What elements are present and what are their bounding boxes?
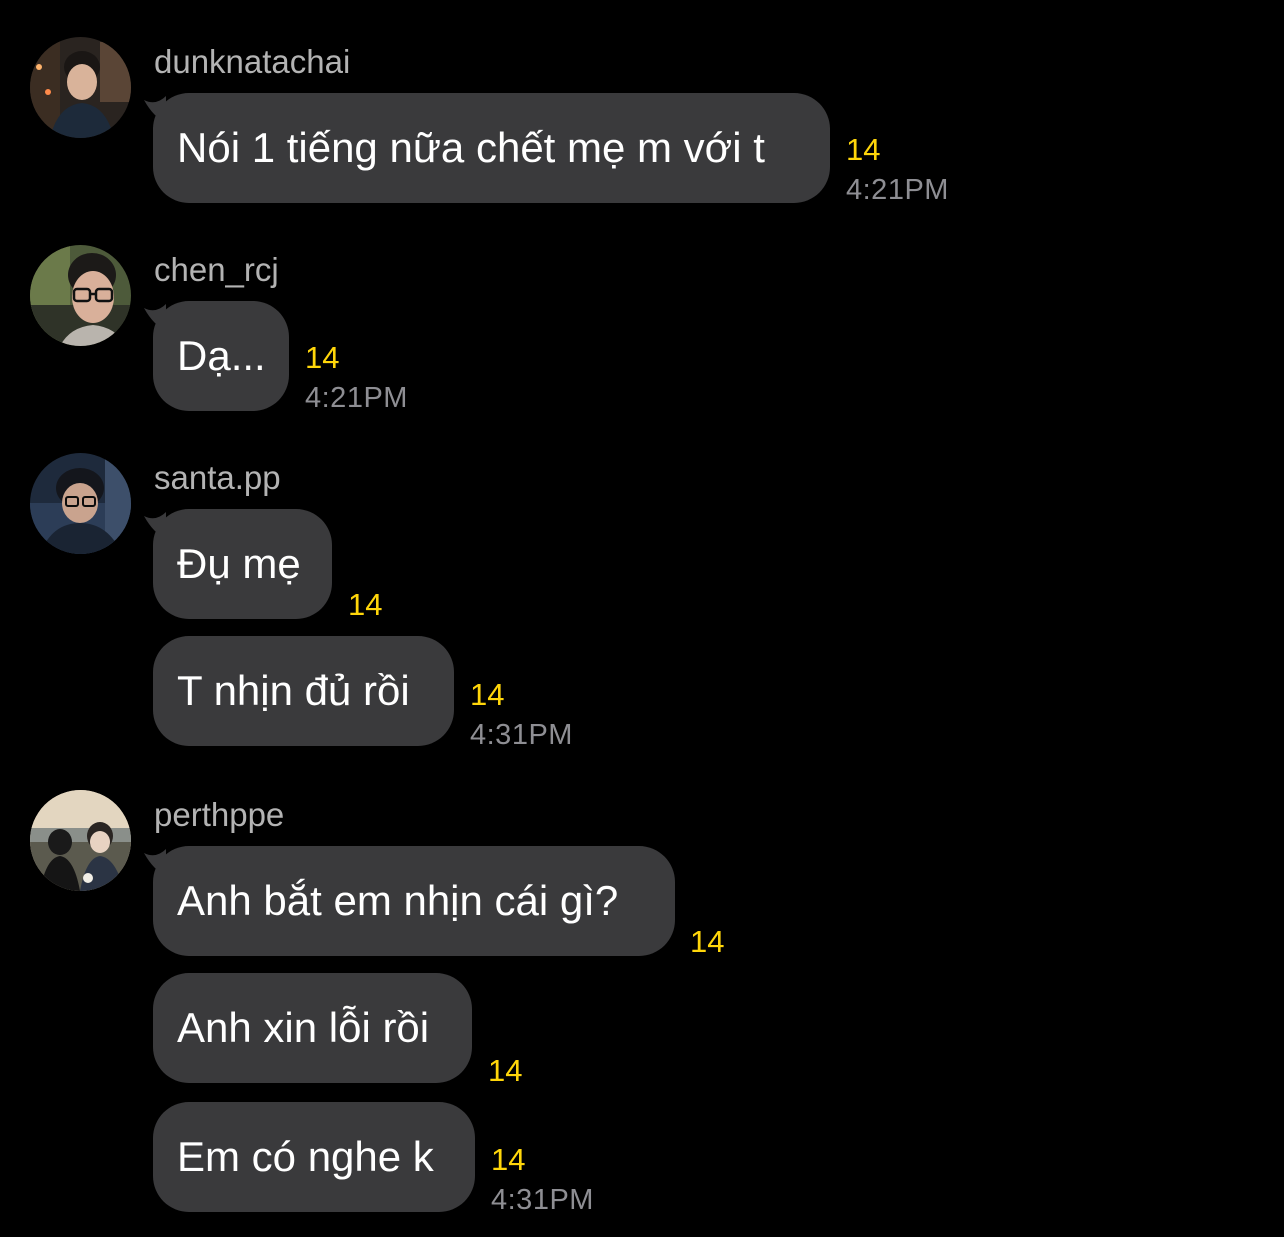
message-count-badge: 14 (488, 1053, 523, 1088)
message-bubble[interactable]: T nhịn đủ rồi (153, 636, 454, 746)
avatar-santa-pp[interactable] (30, 453, 131, 554)
message-bubble[interactable]: Dạ... (153, 301, 289, 411)
message-timestamp: 4:31PM (470, 719, 573, 751)
message-timestamp: 4:21PM (305, 382, 408, 414)
username-dunknatachai[interactable]: dunknatachai (154, 42, 350, 82)
username-santa-pp[interactable]: santa.pp (154, 458, 281, 498)
user-avatar-icon (30, 37, 131, 138)
username-chen-rcj[interactable]: chen_rcj (154, 250, 279, 290)
user-avatar-icon (30, 790, 131, 891)
message-bubble[interactable]: Nói 1 tiếng nữa chết mẹ m với t (153, 93, 830, 203)
avatar-chen-rcj[interactable] (30, 245, 131, 346)
avatar-perthppe[interactable] (30, 790, 131, 891)
message-count-badge: 14 (470, 677, 505, 712)
message-bubble[interactable]: Đụ mẹ (153, 509, 332, 619)
message-count-badge: 14 (491, 1142, 526, 1177)
message-count-badge: 14 (690, 924, 725, 959)
message-timestamp: 4:31PM (491, 1184, 594, 1216)
message-count-badge: 14 (348, 587, 383, 622)
message-timestamp: 4:21PM (846, 174, 949, 206)
avatar-dunknatachai[interactable] (30, 37, 131, 138)
message-bubble[interactable]: Anh bắt em nhịn cái gì? (153, 846, 675, 956)
message-bubble[interactable]: Anh xin lỗi rồi (153, 973, 472, 1083)
user-avatar-icon (30, 245, 131, 346)
user-avatar-icon (30, 453, 131, 554)
message-count-badge: 14 (305, 340, 340, 375)
username-perthppe[interactable]: perthppe (154, 795, 284, 835)
message-bubble[interactable]: Em có nghe k (153, 1102, 475, 1212)
message-count-badge: 14 (846, 132, 881, 167)
